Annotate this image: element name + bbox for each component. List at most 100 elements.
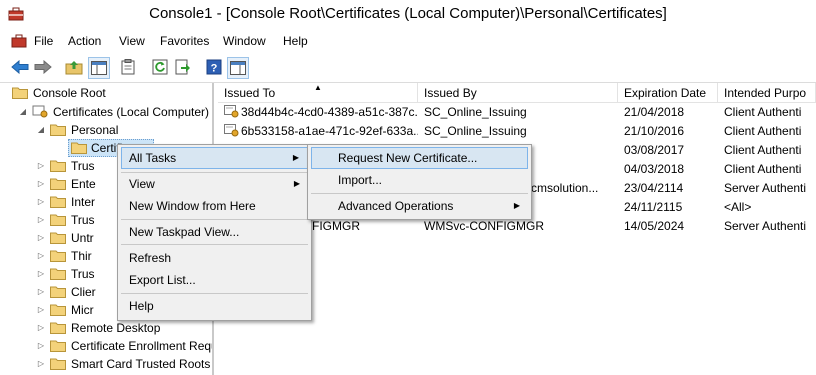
folder-icon [12, 87, 28, 99]
tree-item-label: Micr [71, 303, 94, 317]
tree-item-label: Trus [71, 213, 95, 227]
expand-arrow-icon[interactable]: ◢ [18, 103, 28, 121]
expand-arrow-icon[interactable]: ◢ [36, 121, 46, 139]
cell-purpose: Server Authenti [724, 181, 807, 195]
cell-expiration: 14/05/2024 [624, 219, 685, 233]
back-icon[interactable] [10, 57, 30, 77]
menu-item-request-new-certificate[interactable]: Request New Certificate... [311, 147, 528, 169]
menu-window[interactable]: Window [223, 34, 266, 48]
collapse-arrow-icon[interactable]: ▷ [36, 319, 46, 337]
sort-ascending-icon: ▲ [314, 83, 322, 92]
collapse-arrow-icon[interactable]: ▷ [36, 247, 46, 265]
tree-item-label: Clier [71, 285, 96, 299]
menu-item-new-taskpad[interactable]: New Taskpad View... [121, 221, 308, 243]
folder-icon [71, 142, 87, 154]
folder-icon [50, 250, 66, 262]
collapse-arrow-icon[interactable]: ▷ [36, 283, 46, 301]
cell-expiration: 21/04/2018 [624, 105, 685, 119]
cell-expiration: 23/04/2114 [624, 181, 684, 195]
up-folder-icon[interactable] [64, 57, 84, 77]
cell-purpose: <All> [724, 200, 752, 214]
console-menu-icon[interactable] [11, 33, 27, 49]
menu-file[interactable]: File [34, 34, 53, 48]
folder-icon [50, 178, 66, 190]
toolbar: ? [0, 52, 816, 83]
collapse-arrow-icon[interactable]: ▷ [36, 211, 46, 229]
forward-icon[interactable] [33, 57, 53, 77]
folder-icon [50, 196, 66, 208]
column-header-issued-to[interactable]: Issued To ▲ [218, 83, 418, 103]
menu-view[interactable]: View [119, 34, 145, 48]
menu-separator [311, 193, 528, 194]
menu-item-refresh[interactable]: Refresh [121, 247, 308, 269]
column-header-issued-by[interactable]: Issued By [418, 83, 618, 103]
folder-icon [50, 232, 66, 244]
column-label: Issued To [224, 86, 276, 100]
show-action-pane-icon[interactable] [227, 57, 249, 79]
menu-help[interactable]: Help [283, 34, 308, 48]
tree-item-label: Console Root [33, 86, 106, 100]
export-list-icon[interactable] [173, 57, 193, 77]
folder-icon [50, 214, 66, 226]
collapse-arrow-icon[interactable]: ▷ [36, 265, 46, 283]
column-header-purpose[interactable]: Intended Purpo [718, 83, 816, 103]
menu-item-import[interactable]: Import... [311, 169, 528, 191]
collapse-arrow-icon[interactable]: ▷ [36, 229, 46, 247]
context-menu: All Tasks ▶ View ▶ New Window from Here … [117, 144, 312, 321]
tree-item-label: Trus [71, 159, 95, 173]
menu-item-advanced-operations[interactable]: Advanced Operations ▶ [311, 195, 528, 217]
menu-item-label: View [129, 177, 155, 191]
tree-item-label: Certificates (Local Computer) [53, 105, 210, 119]
collapse-arrow-icon[interactable]: ▷ [36, 355, 46, 373]
menu-action[interactable]: Action [68, 34, 101, 48]
tree-item-label: Untr [71, 231, 94, 245]
tree-item-label: Trus [71, 267, 95, 281]
cell-purpose: Client Authenti [724, 143, 802, 157]
cell-purpose: Server Authenti [724, 219, 807, 233]
submenu-arrow-icon: ▶ [513, 201, 520, 210]
cell-expiration: 03/08/2017 [624, 143, 685, 157]
folder-icon [50, 160, 66, 172]
collapse-arrow-icon[interactable]: ▷ [36, 193, 46, 211]
folder-icon [50, 340, 66, 352]
menu-bar: File Action View Favorites Window Help [0, 30, 816, 52]
menu-item-label: Advanced Operations [338, 199, 454, 213]
properties-icon[interactable] [118, 57, 138, 77]
folder-icon [50, 358, 66, 370]
cell-issued-by: SC_Online_Issuing [424, 124, 527, 138]
column-header-expiration[interactable]: Expiration Date [618, 83, 718, 103]
tree-item-label: Remote Desktop [71, 321, 161, 335]
folder-icon [50, 124, 66, 136]
collapse-arrow-icon[interactable]: ▷ [36, 175, 46, 193]
tree-item-label: Thir [71, 249, 92, 263]
certificate-icon [224, 105, 239, 118]
menu-item-help[interactable]: Help [121, 295, 308, 317]
certificate-icon [224, 124, 239, 137]
cell-purpose: Client Authenti [724, 124, 802, 138]
collapse-arrow-icon[interactable]: ▷ [36, 301, 46, 319]
submenu-arrow-icon: ▶ [293, 179, 300, 188]
tree-item-label: Certificate Enrollment Requ [71, 339, 214, 353]
folder-icon [50, 286, 66, 298]
tree-item-label: Smart Card Trusted Roots [71, 357, 211, 371]
refresh-icon[interactable] [150, 57, 170, 77]
cell-issued-by: SC_Online_Issuing [424, 105, 527, 119]
cell-issued-by: ccmsolution... [525, 181, 599, 195]
collapse-arrow-icon[interactable]: ▷ [36, 157, 46, 175]
menu-item-all-tasks[interactable]: All Tasks ▶ [121, 147, 308, 169]
menu-item-new-window[interactable]: New Window from Here [121, 195, 308, 217]
menu-item-view[interactable]: View ▶ [121, 173, 308, 195]
menu-separator [121, 293, 308, 294]
cell-expiration: 21/10/2016 [624, 124, 685, 138]
menu-item-export-list[interactable]: Export List... [121, 269, 308, 291]
menu-item-label: All Tasks [129, 151, 177, 165]
svg-text:?: ? [211, 63, 218, 75]
menu-separator [121, 219, 308, 220]
show-tree-icon[interactable] [88, 57, 110, 79]
tree-item-label: Ente [71, 177, 96, 191]
help-icon[interactable]: ? [204, 57, 224, 77]
folder-icon [50, 304, 66, 316]
tree-item-label: Inter [71, 195, 96, 209]
collapse-arrow-icon[interactable]: ▷ [36, 337, 46, 355]
menu-favorites[interactable]: Favorites [160, 34, 209, 48]
